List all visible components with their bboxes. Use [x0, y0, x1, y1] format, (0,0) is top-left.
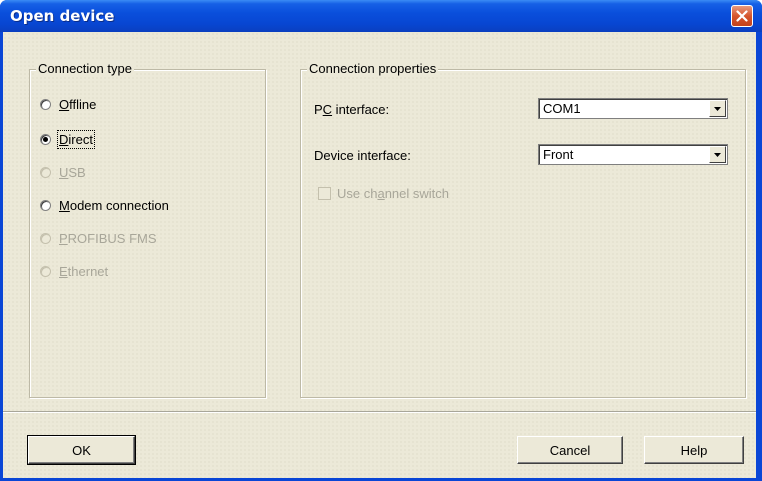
- radio-button-selected[interactable]: [40, 133, 51, 145]
- connection-properties-group: Connection properties PC interface: COM1…: [300, 61, 746, 398]
- radio-button-disabled: [40, 265, 51, 277]
- use-channel-switch-checkbox: Use channel switch: [318, 186, 449, 201]
- radio-direct[interactable]: Direct: [40, 129, 95, 149]
- help-button[interactable]: Help: [644, 436, 744, 464]
- radio-modem-label: Modem connection: [59, 197, 169, 213]
- device-interface-label: Device interface:: [314, 148, 411, 163]
- pc-interface-label: PC interface:: [314, 102, 390, 117]
- radio-button[interactable]: [40, 98, 51, 110]
- radio-modem-connection[interactable]: Modem connection: [40, 196, 169, 214]
- radio-ethernet: Ethernet: [40, 262, 108, 280]
- connection-type-legend: Connection type: [36, 61, 134, 76]
- radio-button-disabled: [40, 166, 51, 178]
- device-interface-select[interactable]: Front: [538, 144, 728, 165]
- close-icon: [736, 10, 748, 22]
- device-interface-value: Front: [543, 147, 574, 162]
- ok-button[interactable]: OK: [27, 435, 136, 465]
- chevron-down-icon: [714, 153, 721, 157]
- radio-direct-label: Direct: [57, 129, 95, 149]
- dialog-client-area: Connection type Offline Direct USB Modem…: [3, 32, 756, 478]
- radio-button[interactable]: [40, 199, 51, 211]
- close-button[interactable]: [731, 5, 753, 27]
- pc-interface-value: COM1: [543, 101, 581, 116]
- checkbox-disabled: [318, 187, 331, 200]
- cancel-button[interactable]: Cancel: [517, 436, 623, 464]
- dropdown-button[interactable]: [709, 100, 726, 117]
- use-channel-switch-label: Use channel switch: [337, 186, 450, 201]
- radio-profibus-label: PROFIBUS FMS: [59, 230, 157, 246]
- radio-usb-label: USB: [59, 164, 86, 180]
- radio-offline-label: Offline: [59, 96, 97, 112]
- open-device-dialog: Open device Connection type Offline Dire…: [0, 0, 762, 481]
- pc-interface-select[interactable]: COM1: [538, 98, 728, 119]
- chevron-down-icon: [714, 107, 721, 111]
- dropdown-button[interactable]: [709, 146, 726, 163]
- title-bar[interactable]: Open device: [0, 0, 762, 32]
- radio-profibus-fms: PROFIBUS FMS: [40, 229, 157, 247]
- dialog-title: Open device: [10, 7, 115, 25]
- radio-button-disabled: [40, 232, 51, 244]
- connection-properties-legend: Connection properties: [307, 61, 439, 76]
- radio-usb: USB: [40, 163, 86, 181]
- connection-type-group: Connection type Offline Direct USB Modem…: [29, 61, 266, 398]
- radio-ethernet-label: Ethernet: [59, 263, 109, 279]
- radio-offline[interactable]: Offline: [40, 95, 96, 113]
- button-separator: [3, 411, 756, 413]
